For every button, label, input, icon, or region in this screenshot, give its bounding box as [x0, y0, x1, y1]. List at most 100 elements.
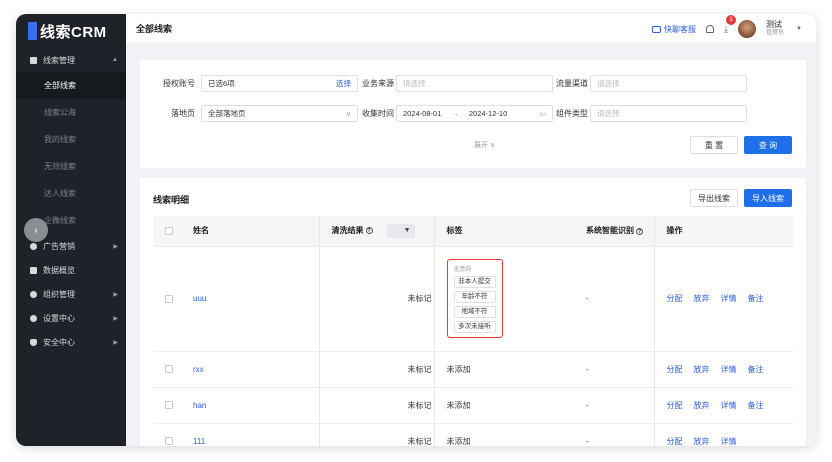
- chevron-up-icon: ▲: [112, 57, 118, 63]
- tag-cell: 未添加: [434, 423, 574, 446]
- widget-placeholder: 请选择: [597, 109, 620, 118]
- sidebar-item-influencer-leads[interactable]: 达人线索: [16, 180, 126, 207]
- sidebar-item-invalid-leads[interactable]: 无效线索: [16, 153, 126, 180]
- query-button[interactable]: 查 询: [744, 136, 792, 154]
- ai-cell: -: [574, 423, 655, 446]
- sidebar-item-all-leads[interactable]: 全部线索: [16, 72, 126, 99]
- ai-cell: -: [574, 246, 655, 352]
- row-checkbox[interactable]: [165, 401, 173, 409]
- clean-result: 未标记: [407, 294, 432, 303]
- select-all-checkbox[interactable]: [165, 226, 173, 235]
- sidebar-group-leads[interactable]: 线索管理 ▲: [16, 48, 126, 72]
- landing-page-select[interactable]: 全部落地页 ∨: [201, 105, 358, 122]
- assign-link[interactable]: 分配: [667, 400, 683, 411]
- details-link[interactable]: 详情: [721, 400, 737, 411]
- auth-account-select[interactable]: 已选6项 选择: [201, 75, 358, 92]
- sidebar-group-label: 设置中心: [43, 313, 75, 323]
- ops-cell: 分配 放弃 详情 备注: [654, 351, 793, 388]
- row-select-cell: [153, 246, 181, 352]
- expand-filters-link[interactable]: 展开 ∨: [474, 140, 495, 150]
- sidebar-group-security[interactable]: 安全中心 ▶: [16, 330, 126, 354]
- tag-cell: 未添加: [434, 351, 574, 388]
- business-source-select[interactable]: 请选择: [396, 75, 553, 92]
- column-label: 系统智能识别: [586, 226, 634, 236]
- column-spacer: [249, 216, 320, 247]
- column-header-ai: 系统智能识别?: [574, 216, 655, 247]
- collapse-sidebar-button[interactable]: ‹: [24, 218, 48, 242]
- user-menu[interactable]: 测试 管理员: [766, 20, 784, 38]
- help-icon[interactable]: ?: [636, 227, 643, 235]
- column-label: 清洗结果: [331, 225, 364, 235]
- sidebar-item-label: 全部线索: [44, 81, 76, 90]
- traffic-channel-select[interactable]: 请选择: [590, 75, 747, 92]
- user-name: 测试: [766, 20, 783, 29]
- help-icon[interactable]: ?: [365, 227, 373, 235]
- lead-name-link[interactable]: 111: [193, 437, 205, 446]
- abandon-link[interactable]: 放弃: [694, 364, 710, 375]
- abandon-link[interactable]: 放弃: [694, 436, 710, 447]
- tag-value: 未添加: [446, 400, 471, 410]
- tag-chip[interactable]: 地域不符: [453, 306, 496, 318]
- lead-name-link[interactable]: uuu: [193, 294, 206, 303]
- auth-account-value: 已选6项: [208, 79, 235, 88]
- tag-chip[interactable]: 非本人提交: [453, 276, 496, 288]
- ai-cell: -: [574, 387, 655, 424]
- table-row: han 未标记 未添加 - 分配 放弃 详情 备注: [153, 387, 793, 424]
- assign-link[interactable]: 分配: [667, 436, 683, 447]
- date-start[interactable]: 2024-08-01: [403, 109, 441, 118]
- import-leads-button[interactable]: 导入线索: [744, 189, 792, 207]
- row-checkbox[interactable]: [165, 437, 173, 445]
- date-range-picker[interactable]: 2024-08-01 → 2024-12-10 ▭: [396, 105, 553, 122]
- sidebar-group-settings[interactable]: 设置中心 ▶: [16, 306, 126, 330]
- note-link[interactable]: 备注: [748, 293, 764, 304]
- bell-icon[interactable]: [706, 25, 715, 33]
- ai-result: -: [586, 294, 589, 303]
- tag-chip[interactable]: 年龄不符: [453, 291, 496, 303]
- abandon-link[interactable]: 放弃: [694, 400, 710, 411]
- avatar[interactable]: [738, 20, 757, 38]
- app-logo[interactable]: 线索CRM: [16, 14, 126, 48]
- details-link[interactable]: 详情: [721, 293, 737, 304]
- details-link[interactable]: 详情: [721, 364, 737, 375]
- section-title: 线索明细: [153, 195, 190, 205]
- lead-name-link[interactable]: han: [193, 401, 206, 410]
- widget-type-select[interactable]: 请选择: [590, 105, 747, 122]
- column-header-clean: 清洗结果? ▼: [319, 216, 435, 247]
- sidebar-group-org[interactable]: 组织管理 ▶: [16, 282, 126, 306]
- note-link[interactable]: 备注: [748, 400, 764, 411]
- header: 全部线索 快聊客服 ⤓ 3 测试 管理员 ▼: [126, 14, 816, 44]
- sidebar-group-label: 数据概览: [43, 265, 75, 275]
- note-link[interactable]: 备注: [748, 364, 764, 375]
- auth-select-link[interactable]: 选择: [336, 78, 351, 89]
- lead-name-link[interactable]: rxx: [193, 365, 204, 374]
- filter-dropdown-icon[interactable]: ▼: [386, 223, 415, 238]
- column-label: 姓名: [193, 226, 209, 236]
- channel-placeholder: 请选择: [597, 79, 620, 88]
- customer-service-link[interactable]: 快聊客服: [652, 24, 696, 35]
- date-separator: →: [451, 109, 459, 118]
- caret-down-icon[interactable]: ▼: [796, 26, 802, 32]
- column-label: 标签: [446, 226, 463, 236]
- org-icon: [30, 290, 37, 298]
- row-checkbox[interactable]: [165, 294, 173, 303]
- sidebar-group-overview[interactable]: 数据概览: [16, 258, 126, 282]
- sidebar: 线索CRM 线索管理 ▲ 全部线索 线索公海 我的线索 无效线索 达人线索 企微…: [16, 14, 126, 446]
- export-leads-button[interactable]: 导出线索: [690, 189, 738, 207]
- name-cell: uuu: [181, 246, 249, 352]
- details-link[interactable]: 详情: [721, 436, 737, 447]
- sidebar-item-my-leads[interactable]: 我的线索: [16, 126, 126, 153]
- download-button[interactable]: ⤓ 3: [724, 14, 737, 35]
- table-header-row: 姓名 清洗结果? ▼ 标签 系统智能识别? 操作: [153, 216, 793, 247]
- sidebar-item-label: 无效线索: [44, 162, 76, 171]
- date-end[interactable]: 2024-12-10: [469, 109, 507, 118]
- assign-link[interactable]: 分配: [667, 364, 683, 375]
- auth-label: 授权账号: [163, 79, 195, 88]
- sidebar-item-lead-pool[interactable]: 线索公海: [16, 99, 126, 126]
- tag-chip[interactable]: 多次未接听: [453, 321, 496, 333]
- reset-button[interactable]: 重 置: [690, 136, 738, 154]
- row-checkbox[interactable]: [165, 365, 173, 373]
- sidebar-group-label: 组织管理: [43, 289, 75, 299]
- abandon-link[interactable]: 放弃: [694, 293, 710, 304]
- clean-result: 未标记: [407, 400, 432, 410]
- assign-link[interactable]: 分配: [667, 293, 683, 304]
